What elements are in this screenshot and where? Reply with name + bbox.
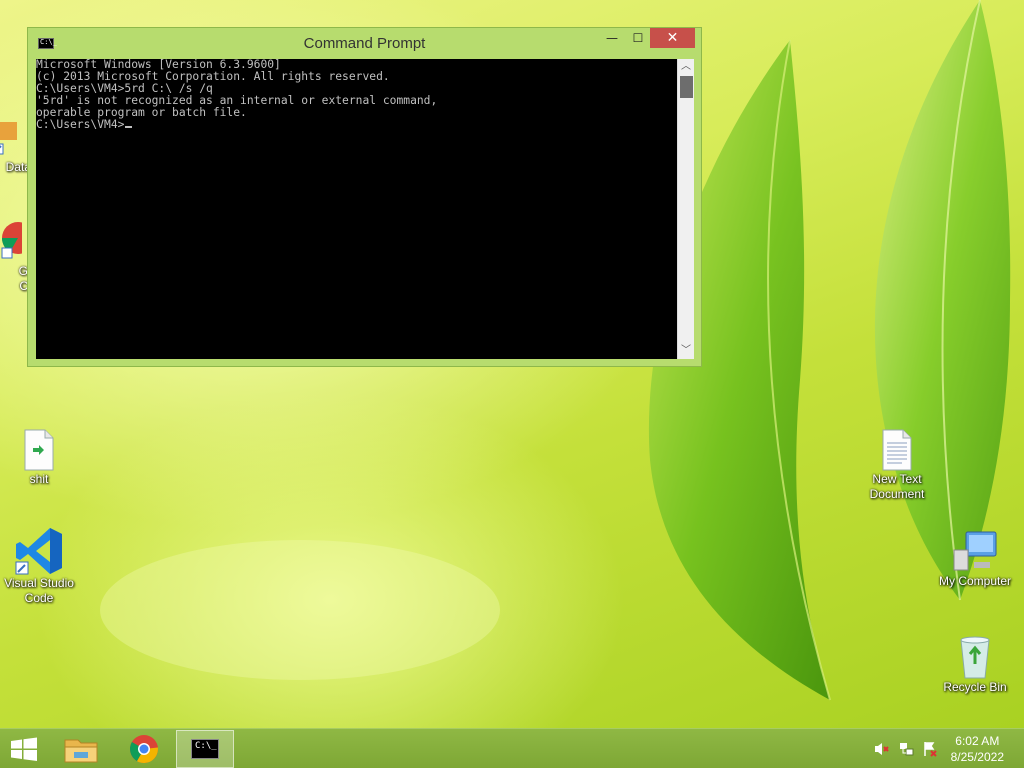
scroll-down-arrow-icon[interactable]: ﹀: [678, 343, 694, 359]
recycle-bin-icon-graphic: [960, 636, 990, 679]
action-center-flag-icon[interactable]: [922, 741, 938, 757]
scroll-up-arrow-icon[interactable]: ︿: [678, 59, 694, 75]
new-text-document-icon[interactable]: New Text Document: [857, 428, 937, 502]
close-button[interactable]: ✕: [650, 28, 695, 48]
vscode-icon-label: Visual Studio Code: [4, 576, 74, 605]
network-icon[interactable]: [898, 741, 914, 757]
volume-muted-icon[interactable]: [873, 741, 889, 757]
vscode-icon[interactable]: Visual Studio Code: [0, 526, 79, 606]
console-line: operable program or batch file.: [36, 106, 247, 119]
folder-shortcut-icon: [0, 122, 17, 155]
start-button[interactable]: [0, 730, 48, 768]
maximize-button[interactable]: ☐: [625, 28, 651, 48]
clock-time: 6:02 AM: [955, 734, 1000, 748]
chrome-icon: [1, 222, 22, 259]
cmd-taskbar-icon-text: C:\_: [195, 741, 217, 751]
taskbar: C:\_ 6:02 AM 8/25/2022: [0, 728, 1024, 768]
vertical-scrollbar[interactable]: ︿ ﹀: [677, 59, 694, 359]
command-prompt-taskbar-button[interactable]: C:\_: [176, 730, 234, 768]
recycle-bin-label: Recycle Bin: [943, 680, 1007, 694]
text-cursor: [125, 126, 133, 128]
clock[interactable]: 6:02 AM 8/25/2022: [951, 733, 1004, 765]
console-output[interactable]: Microsoft Windows [Version 6.3.9600] (c)…: [36, 59, 677, 359]
title-bar[interactable]: C:\_ Command Prompt — ☐ ✕: [28, 28, 701, 58]
clock-date: 8/25/2022: [950, 750, 1004, 764]
computer-icon: [953, 531, 997, 571]
document-icon: [24, 429, 54, 471]
recycle-bin-icon[interactable]: Recycle Bin: [935, 632, 1015, 695]
file-explorer-taskbar-button[interactable]: [56, 730, 106, 768]
new-text-document-label: New Text Document: [869, 472, 925, 501]
chrome-taskbar-button[interactable]: [118, 730, 170, 768]
cmd-taskbar-icon: C:\_: [191, 739, 219, 759]
visual-studio-code-icon: [15, 528, 62, 575]
minimize-button[interactable]: —: [599, 28, 625, 48]
chrome-icon: [130, 735, 158, 763]
prompt-text: C:\Users\VM4>: [36, 118, 125, 131]
my-computer-icon[interactable]: My Computer: [935, 530, 1015, 589]
file-explorer-icon: [64, 739, 98, 763]
windows-logo-icon: [11, 737, 37, 761]
shit-file-icon[interactable]: shit: [0, 428, 79, 487]
prompt-line[interactable]: C:\Users\VM4>: [36, 119, 677, 131]
my-computer-label: My Computer: [938, 574, 1012, 588]
text-file-icon: [882, 429, 912, 471]
scrollbar-thumb[interactable]: [680, 76, 693, 98]
command-prompt-window[interactable]: C:\_ Command Prompt — ☐ ✕ Microsoft Wind…: [27, 27, 702, 367]
shit-icon-label: shit: [29, 472, 49, 486]
desktop: Data G C shit Visual Studio Code New Tex…: [0, 0, 1024, 728]
